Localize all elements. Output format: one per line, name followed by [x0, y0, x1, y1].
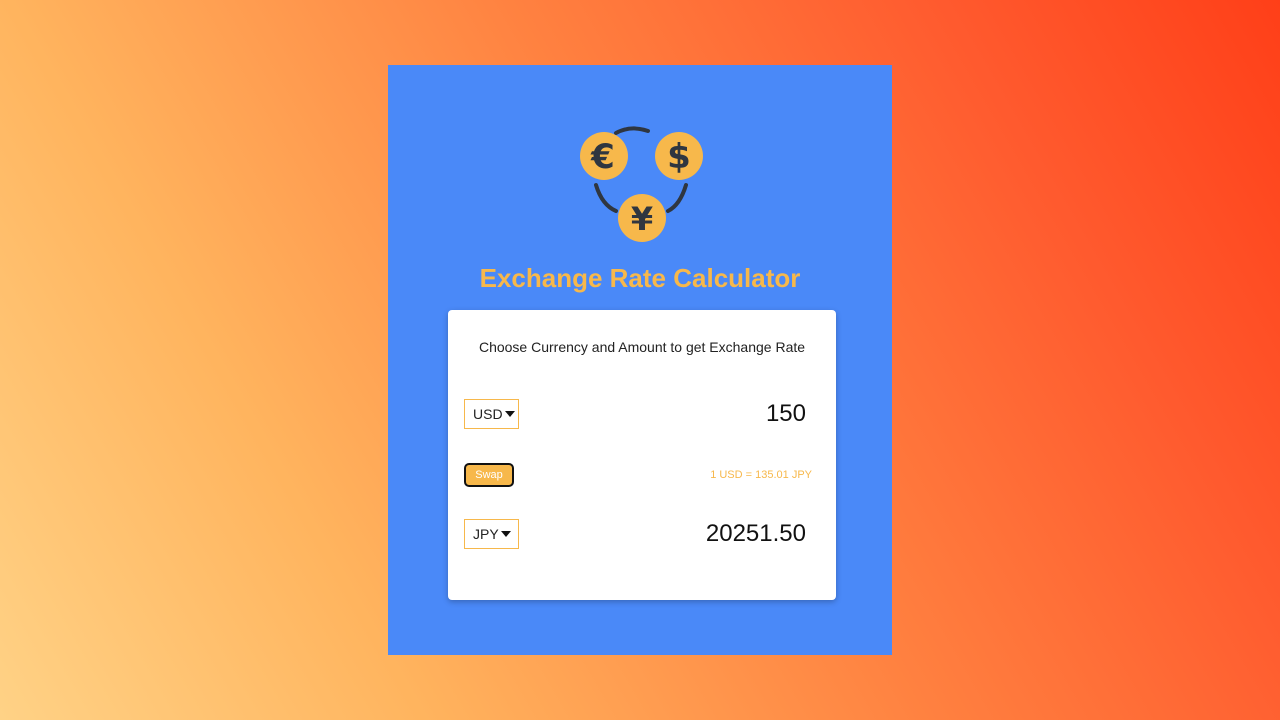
yen-coin-icon: ¥ [618, 194, 666, 242]
currency-two-select[interactable]: JPY [464, 519, 519, 549]
amount-one-input[interactable] [606, 400, 806, 428]
calculator-card: Choose Currency and Amount to get Exchan… [448, 310, 836, 600]
yen-symbol: ¥ [631, 200, 653, 238]
dollar-symbol: $ [667, 137, 691, 177]
swap-button[interactable]: Swap [464, 463, 514, 487]
currency-exchange-logo: € $ ¥ [580, 126, 703, 242]
instructions-text: Choose Currency and Amount to get Exchan… [478, 339, 806, 355]
currency-one-select[interactable]: USD [464, 399, 519, 429]
exchange-arc-right [666, 183, 688, 213]
euro-coin-icon: € [580, 132, 628, 180]
chevron-down-icon [500, 531, 511, 537]
currency-one-label: USD [473, 406, 503, 422]
exchange-arc-top [614, 126, 650, 135]
page-title: Exchange Rate Calculator [479, 263, 801, 293]
chevron-down-icon [504, 411, 515, 417]
calculator-panel: € $ ¥ Exchange Rate Calculator Choose Cu… [388, 65, 892, 655]
exchange-rate-text: 1 USD = 135.01 JPY [710, 469, 812, 481]
exchange-arc-left [594, 183, 618, 213]
amount-two-input[interactable] [606, 520, 806, 548]
dollar-coin-icon: $ [655, 132, 703, 180]
euro-symbol: € [590, 137, 615, 177]
currency-two-label: JPY [473, 526, 499, 542]
